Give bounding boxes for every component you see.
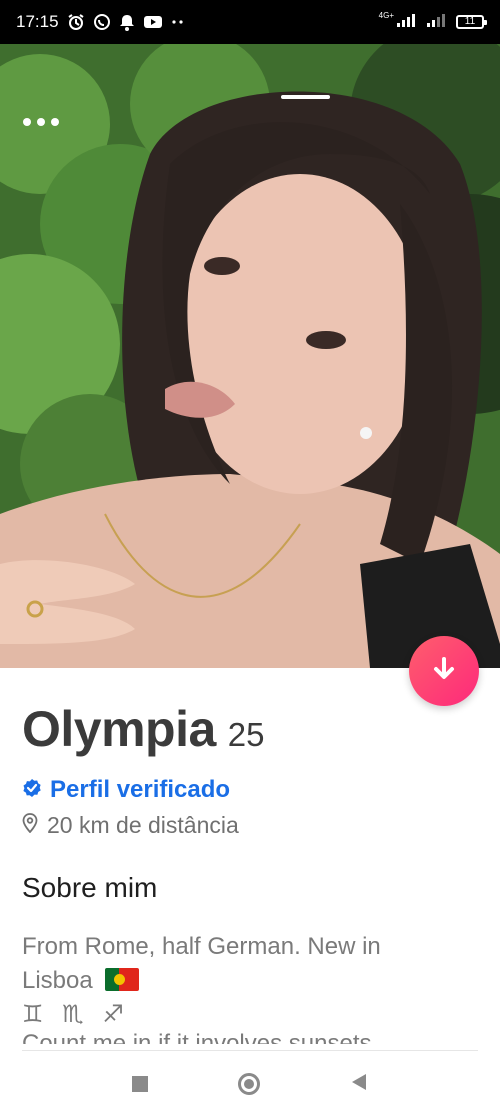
status-bar: 17:15 4G+ 11 (0, 0, 500, 44)
network-label: 4G+ (378, 11, 394, 20)
profile-name: Olympia (22, 701, 216, 757)
navigation-bar (0, 1056, 500, 1112)
battery-icon: 11 (456, 15, 487, 29)
youtube-icon (143, 14, 163, 30)
verified-badge[interactable]: Perfil verificado (22, 776, 230, 804)
whatsapp-icon (93, 13, 111, 31)
arrow-down-icon (430, 655, 458, 688)
profile-header: Olympia 25 (22, 700, 265, 758)
about-title: Sobre mim (22, 872, 158, 903)
more-icon (171, 19, 185, 25)
bio-line-cut: Count me in if it involves sunsets (22, 1032, 478, 1044)
verified-label: Perfil verificado (50, 776, 231, 803)
battery-level: 11 (464, 16, 476, 27)
back-triangle-icon (352, 1073, 366, 1090)
bio-line: Lisboa (22, 967, 93, 994)
dot (37, 118, 45, 126)
recents-button[interactable] (132, 1076, 148, 1092)
profile-age: 25 (227, 716, 265, 753)
dot (51, 118, 59, 126)
bio-line: From Rome, half German. New in (22, 933, 381, 960)
alarm-icon (67, 13, 85, 31)
signal-icon (396, 13, 418, 32)
location-pin-icon (22, 813, 38, 838)
photo-page-indicator (281, 95, 330, 99)
divider (22, 1050, 478, 1051)
verified-check-icon (22, 778, 42, 803)
status-icons (67, 13, 185, 31)
portugal-flag-icon (105, 968, 140, 991)
bio-text: From Rome, half German. New in Lisboa ♊ … (22, 930, 478, 1044)
bio-line-with-flag: Lisboa (22, 964, 478, 998)
back-button[interactable] (350, 1072, 368, 1097)
signal-icon-secondary (426, 13, 448, 32)
photo-options-icon[interactable] (23, 118, 59, 126)
distance-label: 20 km de distância (47, 812, 239, 838)
arrow-down-button[interactable] (409, 636, 479, 706)
distance-row: 20 km de distância (22, 812, 239, 839)
status-time: 17:15 (16, 12, 59, 31)
home-button[interactable] (238, 1073, 260, 1095)
dot (23, 118, 31, 126)
photo-illustration (0, 44, 500, 668)
notification-icon (119, 13, 135, 31)
zodiac-symbols: ♊ ♏ ♐ (22, 1001, 130, 1028)
profile-photo[interactable] (0, 44, 500, 668)
status-right: 4G+ 11 (378, 11, 487, 32)
